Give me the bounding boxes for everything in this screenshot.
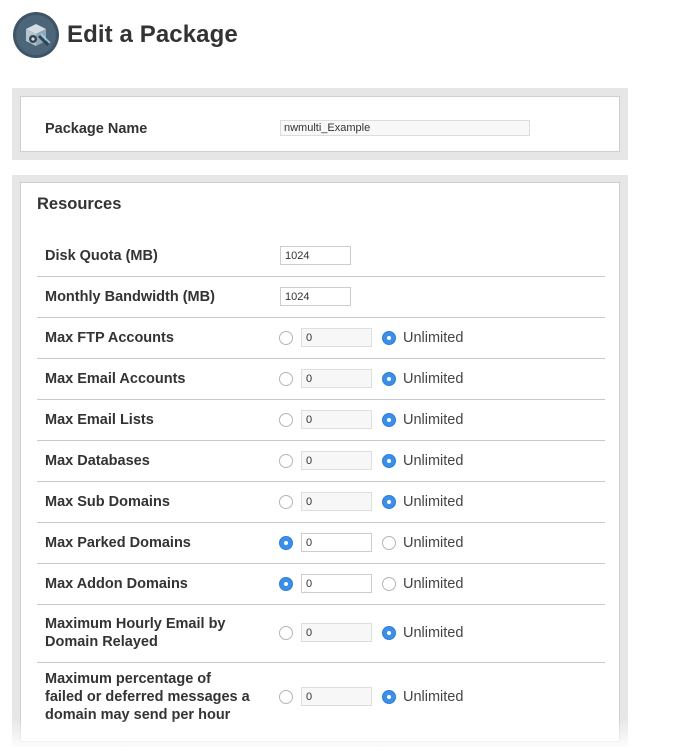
max-failed-percentage-value-radio[interactable] [279, 690, 293, 704]
package-name-label: Package Name [45, 121, 148, 137]
row-max-parked-domains: Max Parked Domains Unlimited [37, 522, 605, 564]
max-parked-domains-unlimited-label[interactable]: Unlimited [403, 534, 463, 552]
max-hourly-email-unlimited-label[interactable]: Unlimited [403, 624, 463, 642]
package-edit-icon [13, 12, 59, 58]
max-ftp-accounts-unlimited-label[interactable]: Unlimited [403, 329, 463, 347]
row-max-sub-domains: Max Sub Domains Unlimited [37, 481, 605, 523]
max-email-lists-value-radio[interactable] [279, 413, 293, 427]
row-max-ftp-accounts: Max FTP Accounts Unlimited [37, 317, 605, 359]
max-databases-value-radio[interactable] [279, 454, 293, 468]
row-monthly-bandwidth: Monthly Bandwidth (MB) [37, 276, 605, 318]
max-email-lists-input[interactable] [301, 410, 372, 429]
monthly-bandwidth-label: Monthly Bandwidth (MB) [45, 289, 215, 305]
row-max-failed-percentage: Maximum percentage of failed or deferred … [37, 662, 605, 732]
resources-box: Resources Disk Quota (MB) Monthly Bandwid… [20, 182, 620, 742]
max-sub-domains-value-radio[interactable] [279, 495, 293, 509]
max-addon-domains-label: Max Addon Domains [45, 576, 188, 592]
max-email-accounts-value-radio[interactable] [279, 372, 293, 386]
max-databases-unlimited-radio[interactable] [382, 454, 396, 468]
max-failed-percentage-label: Maximum percentage of failed or deferred … [45, 670, 250, 724]
max-addon-domains-unlimited-radio[interactable] [382, 577, 396, 591]
max-sub-domains-input[interactable] [301, 492, 372, 511]
max-addon-domains-input[interactable] [301, 574, 372, 593]
max-hourly-email-label-line: Maximum Hourly Email by [45, 616, 226, 632]
max-sub-domains-unlimited-radio[interactable] [382, 495, 396, 509]
package-name-box: Package Name [20, 96, 620, 152]
disk-quota-label: Disk Quota (MB) [45, 248, 158, 264]
max-parked-domains-label: Max Parked Domains [45, 535, 191, 551]
max-ftp-accounts-label: Max FTP Accounts [45, 330, 174, 346]
max-email-lists-label: Max Email Lists [45, 412, 154, 428]
max-hourly-email-unlimited-radio[interactable] [382, 626, 396, 640]
max-email-lists-unlimited-label[interactable]: Unlimited [403, 411, 463, 429]
resources-panel: Resources Disk Quota (MB) Monthly Bandwid… [12, 175, 628, 747]
max-email-accounts-label: Max Email Accounts [45, 371, 186, 387]
max-hourly-email-value-radio[interactable] [279, 626, 293, 640]
max-databases-unlimited-label[interactable]: Unlimited [403, 452, 463, 470]
max-failed-percentage-input[interactable] [301, 687, 372, 706]
max-parked-domains-input[interactable] [301, 533, 372, 552]
max-parked-domains-value-radio[interactable] [279, 536, 293, 550]
row-max-email-lists: Max Email Lists Unlimited [37, 399, 605, 441]
max-email-lists-unlimited-radio[interactable] [382, 413, 396, 427]
max-addon-domains-value-radio[interactable] [279, 577, 293, 591]
max-email-accounts-input[interactable] [301, 369, 372, 388]
max-failed-percentage-label-line: failed or deferred messages a [45, 689, 250, 705]
max-failed-percentage-unlimited-radio[interactable] [382, 690, 396, 704]
max-failed-percentage-label-line: domain may send per hour [45, 707, 231, 723]
max-failed-percentage-unlimited-label[interactable]: Unlimited [403, 688, 463, 706]
max-email-accounts-unlimited-label[interactable]: Unlimited [403, 370, 463, 388]
disk-quota-input[interactable] [280, 246, 351, 265]
monthly-bandwidth-input[interactable] [280, 287, 351, 306]
page-header: Edit a Package [12, 10, 238, 60]
max-failed-percentage-label-line: Maximum percentage of [45, 671, 211, 687]
row-max-email-accounts: Max Email Accounts Unlimited [37, 358, 605, 400]
row-max-hourly-email: Maximum Hourly Email by Domain Relayed Unl… [37, 604, 605, 663]
package-name-panel: Package Name [12, 88, 628, 160]
page-title: Edit a Package [67, 21, 238, 48]
row-disk-quota: Disk Quota (MB) [37, 235, 605, 277]
max-ftp-accounts-value-radio[interactable] [279, 331, 293, 345]
max-sub-domains-label: Max Sub Domains [45, 494, 170, 510]
package-name-input[interactable] [280, 120, 530, 136]
row-max-addon-domains: Max Addon Domains Unlimited [37, 563, 605, 605]
max-parked-domains-unlimited-radio[interactable] [382, 536, 396, 550]
max-sub-domains-unlimited-label[interactable]: Unlimited [403, 493, 463, 511]
max-addon-domains-unlimited-label[interactable]: Unlimited [403, 575, 463, 593]
max-databases-label: Max Databases [45, 453, 150, 469]
max-hourly-email-label-line: Domain Relayed [45, 634, 158, 650]
max-databases-input[interactable] [301, 451, 372, 470]
max-ftp-accounts-input[interactable] [301, 328, 372, 347]
resources-title: Resources [37, 195, 122, 213]
max-hourly-email-label: Maximum Hourly Email by Domain Relayed [45, 615, 226, 651]
row-max-databases: Max Databases Unlimited [37, 440, 605, 482]
max-ftp-accounts-unlimited-radio[interactable] [382, 331, 396, 345]
max-email-accounts-unlimited-radio[interactable] [382, 372, 396, 386]
max-hourly-email-input[interactable] [301, 623, 372, 642]
